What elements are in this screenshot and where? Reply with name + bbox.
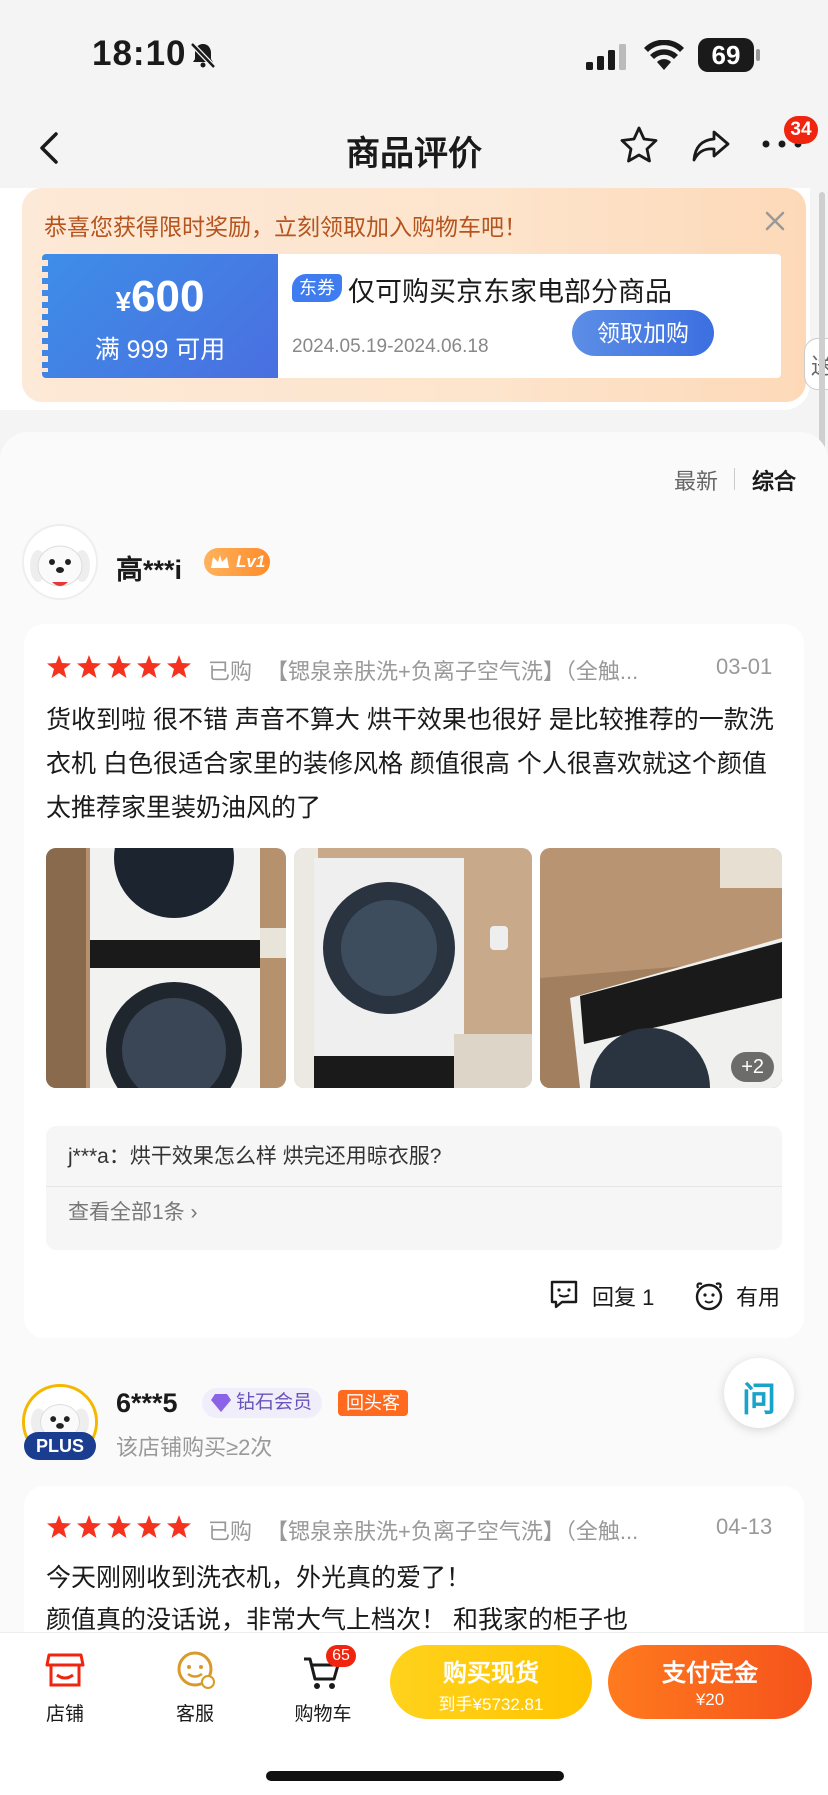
home-indicator[interactable] <box>266 1771 564 1781</box>
promo-banner-text: 恭喜您获得限时奖励，立刻领取加入购物车吧！ <box>44 214 527 240</box>
scrollbar[interactable] <box>819 192 825 462</box>
reply-label: 回复 1 <box>592 1285 655 1310</box>
tab-cart-label: 购物车 <box>294 1704 352 1725</box>
comment-icon <box>550 1280 578 1309</box>
diamond-icon <box>211 1394 231 1412</box>
review-text: 今天刚刚收到洗衣机，外光真的爱了！ <box>46 1564 472 1592</box>
store-icon <box>45 1653 85 1687</box>
repeat-customer-badge: 回头客 <box>338 1390 408 1416</box>
ask-question-label: 问 <box>742 1381 776 1419</box>
tab-service-label: 客服 <box>175 1704 214 1725</box>
tab-cart[interactable]: 65 购物车 <box>278 1645 368 1729</box>
cart-count-badge: 65 <box>326 1645 356 1667</box>
user-level-badge: Lv1 <box>204 548 270 576</box>
coupon-dates: 2024.05.19-2024.06.18 <box>292 336 489 357</box>
review-date: 03-01 <box>716 654 773 679</box>
sort-divider <box>734 468 735 490</box>
rating-stars <box>47 1515 191 1538</box>
customer-service-icon <box>177 1651 215 1689</box>
review-photo[interactable]: +2 <box>540 848 782 1088</box>
coupon-tag: 东券 <box>292 274 342 302</box>
review-date: 04-13 <box>716 1514 773 1539</box>
buy-now-price: 到手¥5732.81 <box>438 1695 544 1714</box>
coupon-condition: 满 999 可用 <box>94 336 226 364</box>
reviewer-name: 高***i <box>116 555 183 585</box>
review-card: 已购 【锶泉亲肤洗+负离子空气洗】（全触... 03-01 货收到啦 很不错 声… <box>24 624 804 1338</box>
signal-icon <box>586 44 626 70</box>
ask-question-button[interactable]: 问 <box>724 1358 794 1428</box>
reply-button[interactable]: 回复 1 <box>548 1278 688 1314</box>
pay-deposit-price: ¥20 <box>695 1690 725 1709</box>
pay-deposit-label: 支付定金 <box>662 1660 758 1687</box>
rating-stars <box>47 655 191 678</box>
buy-now-label: 购买现货 <box>443 1660 539 1687</box>
product-variant: 【锶泉亲肤洗+负离子空气洗】（全触... <box>266 659 639 684</box>
useful-dog-icon <box>695 1282 723 1311</box>
sort-overall[interactable]: 综合 <box>752 464 796 496</box>
level-crown-icon <box>211 555 229 568</box>
coupon-value-panel: ¥600 满 999 可用 <box>36 254 278 378</box>
status-bar: 18:10 69 <box>0 0 828 108</box>
coupon-detail-panel: 东券 仅可购买京东家电部分商品 2024.05.19-2024.06.18 领取… <box>278 254 781 378</box>
avatar[interactable] <box>22 524 98 600</box>
product-variant: 【锶泉亲肤洗+负离子空气洗】（全触... <box>266 1519 639 1544</box>
review-text: 货收到啦 很不错 声音不算大 烘干效果也很好 是比较推荐的一款洗衣机 白色很适合… <box>46 706 774 822</box>
plus-member-badge: PLUS <box>24 1432 96 1460</box>
buy-now-button[interactable]: 购买现货 到手¥5732.81 <box>390 1645 592 1719</box>
purchased-label: 已购 <box>208 1519 253 1544</box>
washer-dryer-photo <box>294 848 532 1088</box>
purchased-label: 已购 <box>208 659 253 684</box>
washer-stack-photo <box>46 848 286 1088</box>
tab-service[interactable]: 客服 <box>150 1649 240 1729</box>
reply-preview-text: j***a：烘干效果怎么样 烘完还用晾衣服? <box>68 1145 442 1168</box>
useful-label: 有用 <box>736 1285 781 1310</box>
store-purchase-info: 该店铺购买≥2次 <box>116 1435 273 1460</box>
view-all-replies-link[interactable]: 查看全部1条 › <box>68 1196 198 1226</box>
sort-newest[interactable]: 最新 <box>674 464 718 496</box>
tab-store[interactable]: 店铺 <box>20 1649 110 1729</box>
coupon-description: 仅可购买京东家电部分商品 <box>348 277 672 307</box>
coupon-amount: ¥600 <box>115 272 205 321</box>
joy-dog-avatar-icon <box>24 526 96 598</box>
battery-indicator: 69 <box>698 38 760 72</box>
favorite-star-icon[interactable] <box>618 124 660 166</box>
review-photo[interactable] <box>46 848 286 1088</box>
more-photos-count: +2 <box>731 1052 774 1082</box>
share-icon[interactable] <box>688 124 734 166</box>
claim-coupon-button[interactable]: 领取加购 <box>572 310 714 356</box>
promo-panel: 恭喜您获得限时奖励，立刻领取加入购物车吧！ ¥600 满 999 可用 东券 仅… <box>0 188 810 410</box>
pay-deposit-button[interactable]: 支付定金 ¥20 <box>608 1645 812 1719</box>
tab-store-label: 店铺 <box>45 1704 84 1725</box>
useful-button[interactable]: 有用 <box>692 1278 792 1314</box>
review-photo[interactable] <box>294 848 532 1088</box>
watermark-url: zhizhizhi.com <box>670 1766 779 1786</box>
reply-divider <box>46 1186 782 1187</box>
wifi-icon <box>644 40 684 70</box>
nav-bar: 商品评价 34 <box>0 108 828 188</box>
reviewer-name: 6***5 <box>116 1388 178 1418</box>
message-count-badge: 34 <box>784 116 818 144</box>
close-icon[interactable] <box>760 206 790 236</box>
promo-card: 恭喜您获得限时奖励，立刻领取加入购物车吧！ ¥600 满 999 可用 东券 仅… <box>22 188 806 402</box>
status-time: 18:10 <box>92 34 187 73</box>
reply-preview-box[interactable]: j***a：烘干效果怎么样 烘完还用晾衣服? 查看全部1条 › <box>46 1126 782 1250</box>
mute-bell-icon <box>190 42 216 69</box>
